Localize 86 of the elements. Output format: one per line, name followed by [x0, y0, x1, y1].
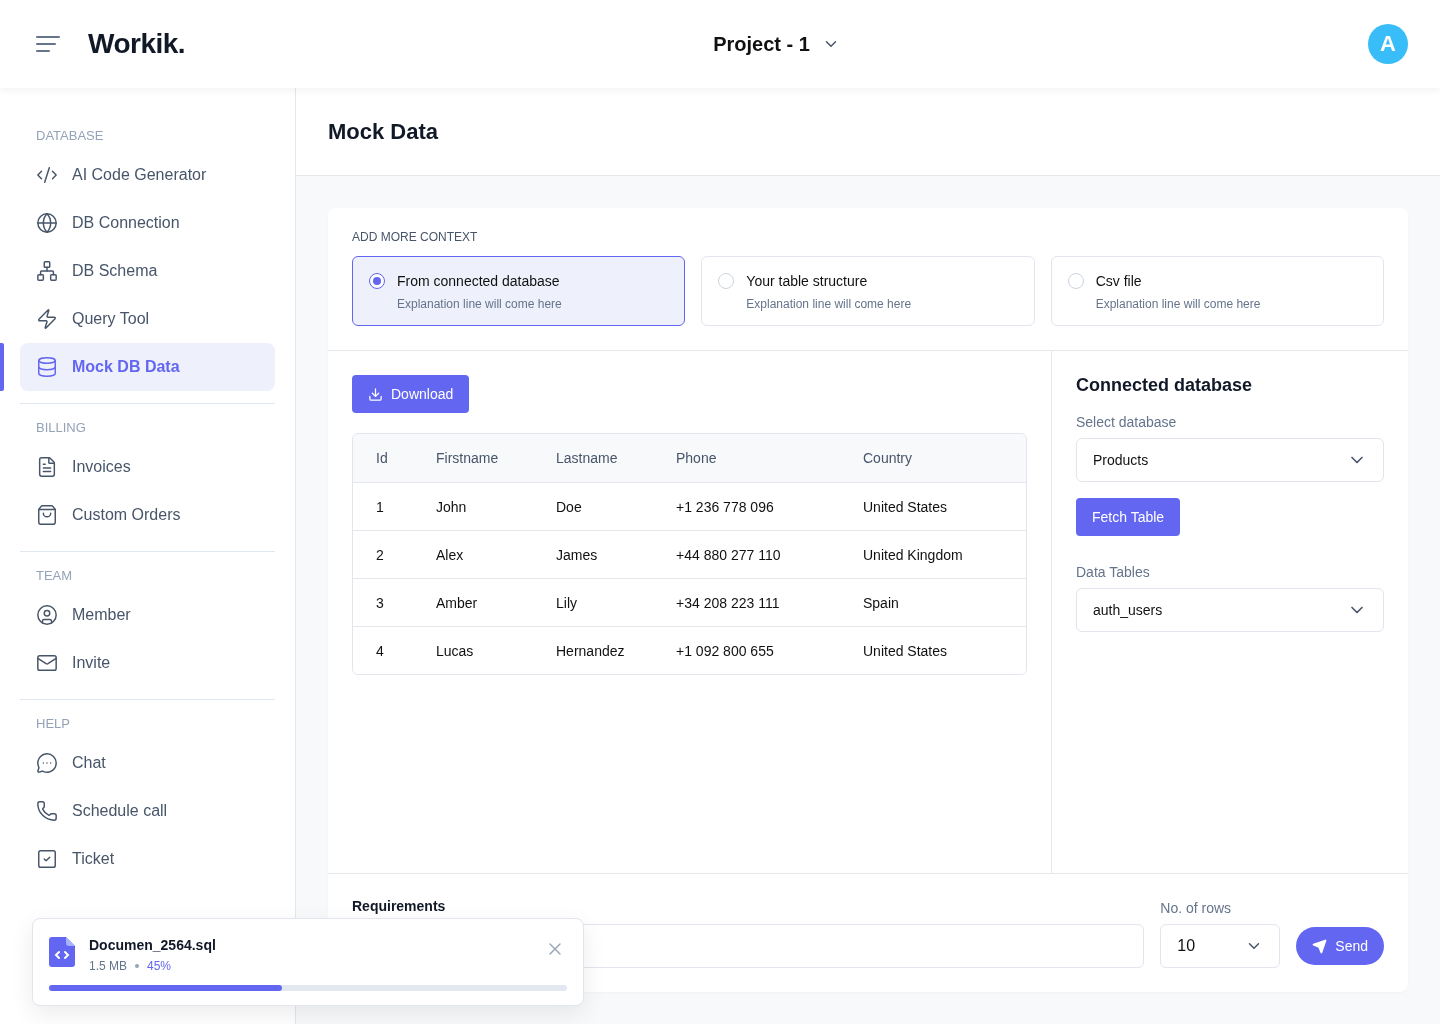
download-icon [368, 386, 383, 402]
sidebar-item[interactable]: Invite [20, 639, 275, 687]
panel-title: Connected database [1076, 375, 1253, 396]
column-header: Phone [676, 450, 718, 466]
globe-icon [36, 212, 58, 234]
table-cell-text: John [436, 498, 468, 515]
send-button[interactable]: Send [1296, 927, 1384, 965]
option-title: Your table structure [746, 273, 869, 289]
column-header: Firstname [436, 450, 500, 466]
checkbox-icon [36, 848, 58, 870]
option-description: Explanation line will come here [397, 297, 562, 311]
table-cell-text: Lucas [436, 642, 475, 659]
section-title: BILLING [35, 419, 87, 437]
chat-bubble-icon [36, 752, 58, 774]
column-header: Id [376, 450, 389, 466]
file-name: Documen_2564.sql [89, 937, 216, 953]
context-option[interactable]: Your table structure Explanation line will come here [701, 256, 1035, 326]
active-indicator [0, 343, 4, 391]
table-select[interactable]: auth_users [1076, 588, 1384, 632]
table-cell-text: +44 880 277 110 [676, 546, 782, 563]
table-cell-text: United States [863, 498, 949, 515]
table-cell-text: James [556, 546, 599, 563]
menu-icon[interactable] [36, 35, 60, 53]
section-heading: ADD MORE CONTEXT [352, 230, 479, 244]
sidebar-item[interactable]: Schedule call [20, 787, 275, 835]
phone-icon [36, 800, 58, 822]
code-window-icon [36, 164, 58, 186]
file-size: 1.5 MB [89, 959, 127, 973]
sidebar-item[interactable]: Member [20, 591, 275, 639]
sidebar-item[interactable]: Ticket [20, 835, 275, 883]
separator-dot [135, 964, 139, 968]
table-cell-text: Hernandez [556, 642, 626, 659]
table-cell-text: 1 [376, 498, 385, 515]
radio-button[interactable] [369, 273, 385, 289]
database-select[interactable]: Products [1076, 438, 1384, 482]
context-option[interactable]: From connected database Explanation line will come here [352, 256, 686, 326]
table-cell-text: Doe [556, 498, 583, 515]
hierarchy-icon [36, 260, 58, 282]
table-cell-text: Amber [436, 594, 479, 611]
shopping-bag-icon [36, 504, 58, 526]
field-label: Select database [1076, 414, 1177, 430]
option-description: Explanation line will come here [1095, 297, 1261, 311]
section-title: TEAM [35, 567, 74, 585]
option-title: From connected database [397, 273, 561, 289]
section-title: DATABASE [35, 127, 105, 145]
table-cell-text: +1 092 800 655 [676, 642, 775, 659]
table-cell-text: Alex [436, 546, 465, 563]
project-selector[interactable]: Project - 1 [705, 28, 848, 60]
table-cell-text: Lily [556, 594, 578, 611]
table-cell-text: 4 [376, 642, 385, 659]
context-option[interactable]: Csv file Explanation line will come here [1050, 256, 1384, 326]
brand-logo: Workik. [88, 28, 186, 60]
option-description: Explanation line will come here [746, 297, 912, 311]
code-file-icon [49, 937, 75, 967]
lightning-icon [36, 308, 58, 330]
table-cell-text: +34 208 223 111 [676, 594, 781, 611]
send-icon [1312, 938, 1328, 954]
sidebar-item[interactable]: Chat [20, 739, 275, 787]
option-title: Csv file [1095, 273, 1143, 289]
field-label: Requirements [352, 898, 447, 914]
database-icon [36, 356, 58, 378]
table-cell-text: Spain [863, 594, 900, 611]
table-cell-text: 2 [376, 546, 385, 563]
page-title: Mock Data [328, 118, 439, 145]
sidebar-item[interactable]: DB Schema [20, 247, 275, 295]
table-cell-text: 3 [376, 594, 385, 611]
sidebar-item[interactable]: Query Tool [20, 295, 275, 343]
sidebar-item[interactable]: Custom Orders [20, 491, 275, 539]
user-circle-icon [36, 604, 58, 626]
column-header: Lastname [556, 450, 619, 466]
upload-percent: 45% [147, 959, 172, 973]
sidebar-item[interactable]: AI Code Generator [20, 151, 275, 199]
column-header: Country [863, 450, 914, 466]
table-cell-text: +1 236 778 096 [676, 498, 775, 515]
section-title: HELP [35, 715, 71, 733]
table-cell-text: United States [863, 642, 949, 659]
fetch-table-button[interactable]: Fetch Table [1076, 498, 1181, 536]
sidebar-item[interactable]: DB Connection [20, 199, 275, 247]
envelope-icon [36, 652, 58, 674]
field-label: Data Tables [1076, 564, 1150, 580]
download-button[interactable]: Download [352, 375, 470, 413]
sidebar-item[interactable]: Invoices [20, 443, 275, 491]
field-label: No. of rows [1160, 900, 1233, 916]
rows-select[interactable]: 10 [1160, 924, 1281, 968]
document-icon [36, 456, 58, 478]
table-cell-text: United Kingdom [863, 546, 964, 563]
